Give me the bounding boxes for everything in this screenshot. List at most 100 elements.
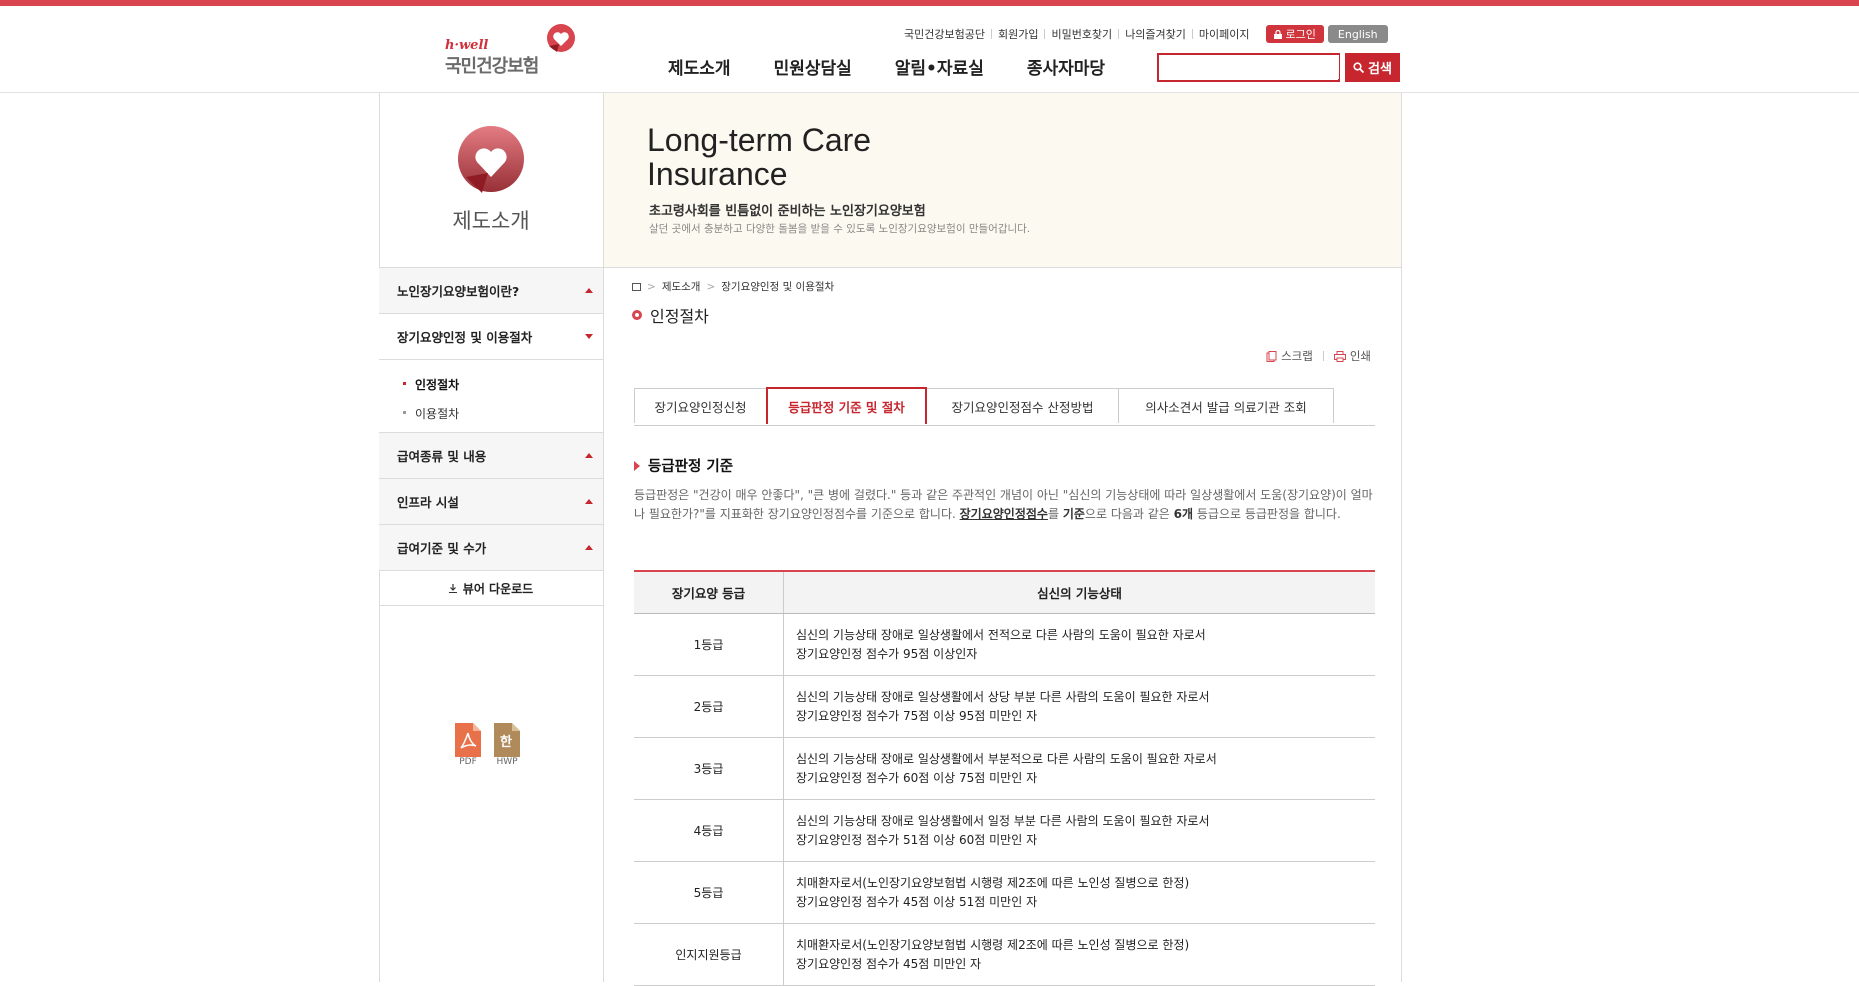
side-nav-item-benefits[interactable]: 급여종류 및 내용 xyxy=(379,433,603,479)
state-line: 심신의 기능상태 장애로 일상생활에서 전적으로 다른 사람의 도움이 필요한 … xyxy=(796,627,1206,642)
side-nav-item-label: 장기요양인정 및 이용절차 xyxy=(397,330,533,345)
gnb-item-workers[interactable]: 종사자마당 xyxy=(1027,54,1105,79)
state-cell: 치매환자로서(노인장기요양보험법 시행령 제2조에 따른 노인성 질병으로 한정… xyxy=(783,861,1375,924)
side-nav-item-procedure[interactable]: 장기요양인정 및 이용절차 xyxy=(379,314,603,360)
login-button[interactable]: 로그인 xyxy=(1265,25,1324,43)
gnb-item-notice[interactable]: 알림•자료실 xyxy=(895,54,984,79)
banner-title-line2: Insurance xyxy=(647,156,788,192)
download-icon xyxy=(448,583,457,593)
banner-subtitle: 초고령사회를 빈틈없이 준비하는 노인장기요양보험 xyxy=(649,204,926,219)
login-label: 로그인 xyxy=(1285,28,1316,41)
util-link-favorites[interactable]: 나의즐겨찾기 xyxy=(1119,26,1192,42)
table-row: 5등급 치매환자로서(노인장기요양보험법 시행령 제2조에 따른 노인성 질병으… xyxy=(634,861,1375,924)
page-title-text: 인정절차 xyxy=(650,307,709,326)
state-line: 치매환자로서(노인장기요양보험법 시행령 제2조에 따른 노인성 질병으로 한정… xyxy=(796,937,1190,952)
site-logo[interactable]: h·well 국민건강보험 xyxy=(445,24,590,79)
viewer-download-button[interactable]: 뷰어 다운로드 xyxy=(379,571,603,606)
chevron-down-icon xyxy=(585,334,593,339)
hwp-label: HWP xyxy=(496,757,518,767)
chevron-up-icon xyxy=(585,288,593,293)
grade-table: 장기요양 등급 심신의 기능상태 1등급 심신의 기능상태 장애로 일상생활에서… xyxy=(634,570,1375,986)
chevron-up-icon xyxy=(585,453,593,458)
hwp-viewer-download[interactable]: 한 HWP xyxy=(494,723,520,767)
side-nav-item-about[interactable]: 노인장기요양보험이란? xyxy=(379,268,603,314)
pdf-label: PDF xyxy=(459,757,477,767)
table-row: 2등급 심신의 기능상태 장애로 일상생활에서 상당 부분 다른 사람의 도움이… xyxy=(634,675,1375,738)
breadcrumb: > 제도소개 > 장기요양인정 및 이용절차 xyxy=(632,279,834,294)
page-title: 인정절차 xyxy=(632,303,709,327)
scrap-button[interactable]: 스크랩 xyxy=(1266,348,1313,364)
table-header-state: 심신의 기능상태 xyxy=(783,570,1375,614)
side-subnav: 인정절차 이용절차 xyxy=(379,360,603,433)
tab-hospital-search[interactable]: 의사소견서 발급 의료기관 조회 xyxy=(1118,388,1334,423)
state-line: 장기요양인정 점수가 45점 이상 51점 미만인 자 xyxy=(796,894,1038,909)
state-line: 심신의 기능상태 장애로 일상생활에서 일정 부분 다른 사람의 도움이 필요한… xyxy=(796,813,1210,828)
hero-banner: Long-term Care Insurance 초고령사회를 빈틈없이 준비하… xyxy=(604,93,1401,268)
util-link-mypage[interactable]: 마이페이지 xyxy=(1193,26,1256,42)
util-link-find-password[interactable]: 비밀번호찾기 xyxy=(1045,26,1118,42)
title-bullet-icon xyxy=(632,310,642,320)
search-button-label: 검색 xyxy=(1368,62,1392,77)
hwp-glyph: 한 xyxy=(500,735,512,750)
tab-grade-criteria[interactable]: 등급판정 기준 및 절차 xyxy=(766,387,927,424)
state-cell: 심신의 기능상태 장애로 일상생활에서 일정 부분 다른 사람의 도움이 필요한… xyxy=(783,799,1375,862)
print-button[interactable]: 인쇄 xyxy=(1333,348,1371,364)
gnb-item-counsel[interactable]: 민원상담실 xyxy=(774,54,852,79)
search-box xyxy=(1157,53,1340,82)
desc-text: 등급으로 등급판정을 합니다. xyxy=(1193,507,1341,521)
desc-bold: 6개 xyxy=(1173,507,1194,521)
state-line: 심신의 기능상태 장애로 일상생활에서 상당 부분 다른 사람의 도움이 필요한… xyxy=(796,689,1210,704)
state-cell: 심신의 기능상태 장애로 일상생활에서 상당 부분 다른 사람의 도움이 필요한… xyxy=(783,675,1375,738)
search-icon xyxy=(1353,62,1365,73)
state-line: 장기요양인정 점수가 60점 이상 75점 미만인 자 xyxy=(796,770,1038,785)
logo-text: 국민건강보험 xyxy=(445,56,539,77)
breadcrumb-item[interactable]: 장기요양인정 및 이용절차 xyxy=(721,279,834,294)
state-cell: 심신의 기능상태 장애로 일상생활에서 부분적으로 다른 사람의 도움이 필요한… xyxy=(783,737,1375,800)
side-nav-item-label: 인프라 시설 xyxy=(397,495,459,510)
section-heading: 등급판정 기준 xyxy=(634,455,733,476)
heading-triangle-icon xyxy=(634,460,640,471)
table-row: 1등급 심신의 기능상태 장애로 일상생활에서 전적으로 다른 사람의 도움이 … xyxy=(634,613,1375,676)
content-tabs: 장기요양인정신청 등급판정 기준 및 절차 장기요양인정점수 산정방법 의사소견… xyxy=(634,387,1375,426)
english-button[interactable]: English xyxy=(1327,25,1388,43)
state-line: 장기요양인정 점수가 95점 이상인자 xyxy=(796,646,978,661)
breadcrumb-item[interactable]: 제도소개 xyxy=(662,279,701,294)
breadcrumb-separator: > xyxy=(706,280,716,293)
search-button[interactable]: 검색 xyxy=(1345,53,1400,82)
banner-title-line1: Long-term Care xyxy=(647,122,872,158)
section-description: 등급판정은 "건강이 매우 안좋다", "큰 병에 걸렸다." 등과 같은 주관… xyxy=(634,486,1375,524)
side-subnav-item-recognition[interactable]: 인정절차 xyxy=(401,370,603,399)
desc-bold: 기준 xyxy=(1062,507,1085,521)
gnb-item-system[interactable]: 제도소개 xyxy=(668,54,731,79)
state-line: 치매환자로서(노인장기요양보험법 시행령 제2조에 따른 노인성 질병으로 한정… xyxy=(796,875,1190,890)
score-link[interactable]: 장기요양인정점수 xyxy=(960,507,1048,521)
global-nav: 제도소개 민원상담실 알림•자료실 종사자마당 xyxy=(668,54,1148,79)
desc-text: 를 xyxy=(1047,507,1063,521)
grade-cell: 3등급 xyxy=(634,737,784,800)
utility-nav: 국민건강보험공단 회원가입 비밀번호찾기 나의즐겨찾기 마이페이지 로그인 En… xyxy=(898,24,1388,44)
side-nav-item-label: 노인장기요양보험이란? xyxy=(397,284,520,299)
home-icon[interactable] xyxy=(632,282,641,291)
chevron-up-icon xyxy=(585,545,593,550)
grade-cell: 2등급 xyxy=(634,675,784,738)
util-link-join[interactable]: 회원가입 xyxy=(992,26,1044,42)
pdf-viewer-download[interactable]: PDF xyxy=(455,723,481,767)
side-subnav-item-usage[interactable]: 이용절차 xyxy=(401,399,603,428)
tab-score-method[interactable]: 장기요양인정점수 산정방법 xyxy=(926,388,1119,423)
grade-cell: 1등급 xyxy=(634,613,784,676)
table-header-row: 장기요양 등급 심신의 기능상태 xyxy=(634,570,1375,614)
side-nav-item-infra[interactable]: 인프라 시설 xyxy=(379,479,603,525)
lock-icon xyxy=(1273,29,1282,39)
search-input[interactable] xyxy=(1159,55,1339,79)
side-nav-item-label: 급여종류 및 내용 xyxy=(397,449,487,464)
side-nav-item-fees[interactable]: 급여기준 및 수가 xyxy=(379,525,603,571)
section-heading-text: 등급판정 기준 xyxy=(648,459,734,475)
grade-cell: 인지지원등급 xyxy=(634,923,784,986)
banner-description: 살던 곳에서 충분하고 다양한 돌봄을 받을 수 있도록 노인장기요양보험이 만… xyxy=(649,223,1031,235)
util-link-nhis[interactable]: 국민건강보험공단 xyxy=(898,26,991,42)
viewer-download-label: 뷰어 다운로드 xyxy=(462,581,534,596)
site-header: h·well 국민건강보험 국민건강보험공단 회원가입 비밀번호찾기 나의즐겨찾… xyxy=(0,6,1859,93)
tab-application[interactable]: 장기요양인정신청 xyxy=(634,388,767,423)
pdf-icon xyxy=(455,723,481,757)
chevron-up-icon xyxy=(585,499,593,504)
